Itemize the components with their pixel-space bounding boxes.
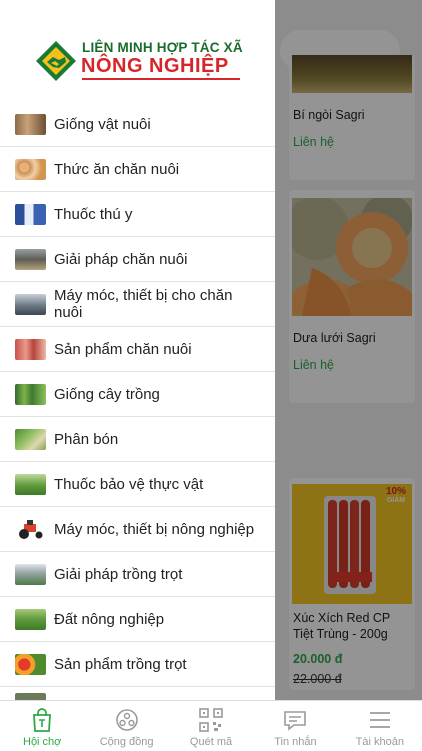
livestock-product-thumb-icon xyxy=(15,338,46,360)
menu-item-thuoc-bao-ve-thuc-vat[interactable]: Thuốc bảo vệ thực vật xyxy=(0,462,275,507)
menu-item-label: Sản phẩm trồng trọt xyxy=(54,655,187,673)
seedling-thumb-icon xyxy=(15,383,46,405)
menu-item-partial[interactable] xyxy=(0,687,275,700)
menu-item-label: Máy móc, thiết bị cho chăn nuôi xyxy=(54,287,233,321)
category-drawer: LIÊN MINH HỢP TÁC XÃ NÔNG NGHIỆP Giống v… xyxy=(0,0,275,700)
chat-icon xyxy=(284,711,307,731)
menu-item-may-moc-nong-nghiep[interactable]: Máy móc, thiết bị nông nghiệp xyxy=(0,507,275,552)
handshake-logo-icon xyxy=(36,41,76,81)
tab-quet-ma[interactable]: Quét mã xyxy=(169,701,253,751)
menu-item-giai-phap-trong-trot[interactable]: Giải pháp trồng trọt xyxy=(0,552,275,597)
qr-code-icon xyxy=(199,708,223,732)
pesticide-thumb-icon xyxy=(15,473,46,495)
menu-item-label: Thức ăn chăn nuôi xyxy=(54,160,180,178)
menu-item-label: Thuốc bảo vệ thực vật xyxy=(54,475,204,493)
menu-item-phan-bon[interactable]: Phân bón xyxy=(0,417,275,462)
farmland-thumb-icon xyxy=(15,608,46,630)
brand-underline xyxy=(82,78,240,80)
shop-bag-icon xyxy=(33,708,52,732)
menu-item-label: Giải pháp chăn nuôi xyxy=(54,250,188,268)
fertilizer-thumb-icon xyxy=(15,428,46,450)
tab-cong-dong[interactable]: Cộng đồng xyxy=(84,701,168,751)
community-icon xyxy=(115,709,138,731)
brand-logo: LIÊN MINH HỢP TÁC XÃ NÔNG NGHIỆP xyxy=(35,38,245,84)
category-menu: Giống vật nuôi Thức ăn chăn nuôi Thuốc t… xyxy=(0,102,275,700)
partial-thumb-icon xyxy=(15,693,46,700)
menu-item-may-moc-chan-nuoi[interactable]: Máy móc, thiết bị cho chăn nuôi xyxy=(0,282,275,327)
tab-label: Quét mã xyxy=(189,736,233,748)
brand-line-2: NÔNG NGHIỆP xyxy=(81,55,229,77)
menu-item-giong-cay-trong[interactable]: Giống cây trồng xyxy=(0,372,275,417)
farm-solution-thumb-icon xyxy=(15,248,46,270)
menu-item-giai-phap-chan-nuoi[interactable]: Giải pháp chăn nuôi xyxy=(0,237,275,282)
tab-label: Hội chợ xyxy=(23,736,62,748)
tab-label: Cộng đồng xyxy=(99,736,154,748)
menu-item-thuc-an-chan-nuoi[interactable]: Thức ăn chăn nuôi xyxy=(0,147,275,192)
livestock-machine-thumb-icon xyxy=(15,293,46,315)
tab-label: Tin nhắn xyxy=(274,736,317,748)
menu-item-san-pham-chan-nuoi[interactable]: Sản phẩm chăn nuôi xyxy=(0,327,275,372)
bottom-tab-bar: Hội chợ Cộng đồng Quét mã Tin nhắn Tài k… xyxy=(0,700,422,751)
tab-tai-khoan[interactable]: Tài khoản xyxy=(338,701,422,751)
menu-lines-icon xyxy=(369,712,390,728)
produce-thumb-icon xyxy=(15,653,46,675)
menu-item-label: Sản phẩm chăn nuôi xyxy=(54,340,192,358)
menu-item-label: Máy móc, thiết bị nông nghiệp xyxy=(54,520,255,538)
menu-item-giong-vat-nuoi[interactable]: Giống vật nuôi xyxy=(0,102,275,147)
feed-thumb-icon xyxy=(15,158,46,180)
menu-item-thuoc-thu-y[interactable]: Thuốc thú y xyxy=(0,192,275,237)
greenhouse-thumb-icon xyxy=(15,563,46,585)
menu-item-san-pham-trong-trot[interactable]: Sản phẩm trồng trọt xyxy=(0,642,275,687)
vet-medicine-thumb-icon xyxy=(15,203,46,225)
menu-item-label: Giống vật nuôi xyxy=(54,115,151,133)
menu-item-label: Đất nông nghiệp xyxy=(54,610,165,628)
tab-hoi-cho[interactable]: Hội chợ xyxy=(0,701,84,751)
menu-item-label: Giống cây trồng xyxy=(54,385,160,403)
tab-tin-nhan[interactable]: Tin nhắn xyxy=(253,701,337,751)
livestock-thumb-icon xyxy=(15,113,46,135)
brand-line-1: LIÊN MINH HỢP TÁC XÃ xyxy=(82,40,243,55)
menu-item-dat-nong-nghiep[interactable]: Đất nông nghiệp xyxy=(0,597,275,642)
menu-item-label: Thuốc thú y xyxy=(54,205,133,223)
tab-label: Tài khoản xyxy=(355,736,404,748)
menu-item-label: Giải pháp trồng trọt xyxy=(54,565,183,583)
tractor-thumb-icon xyxy=(15,518,46,540)
menu-item-label: Phân bón xyxy=(54,430,119,448)
